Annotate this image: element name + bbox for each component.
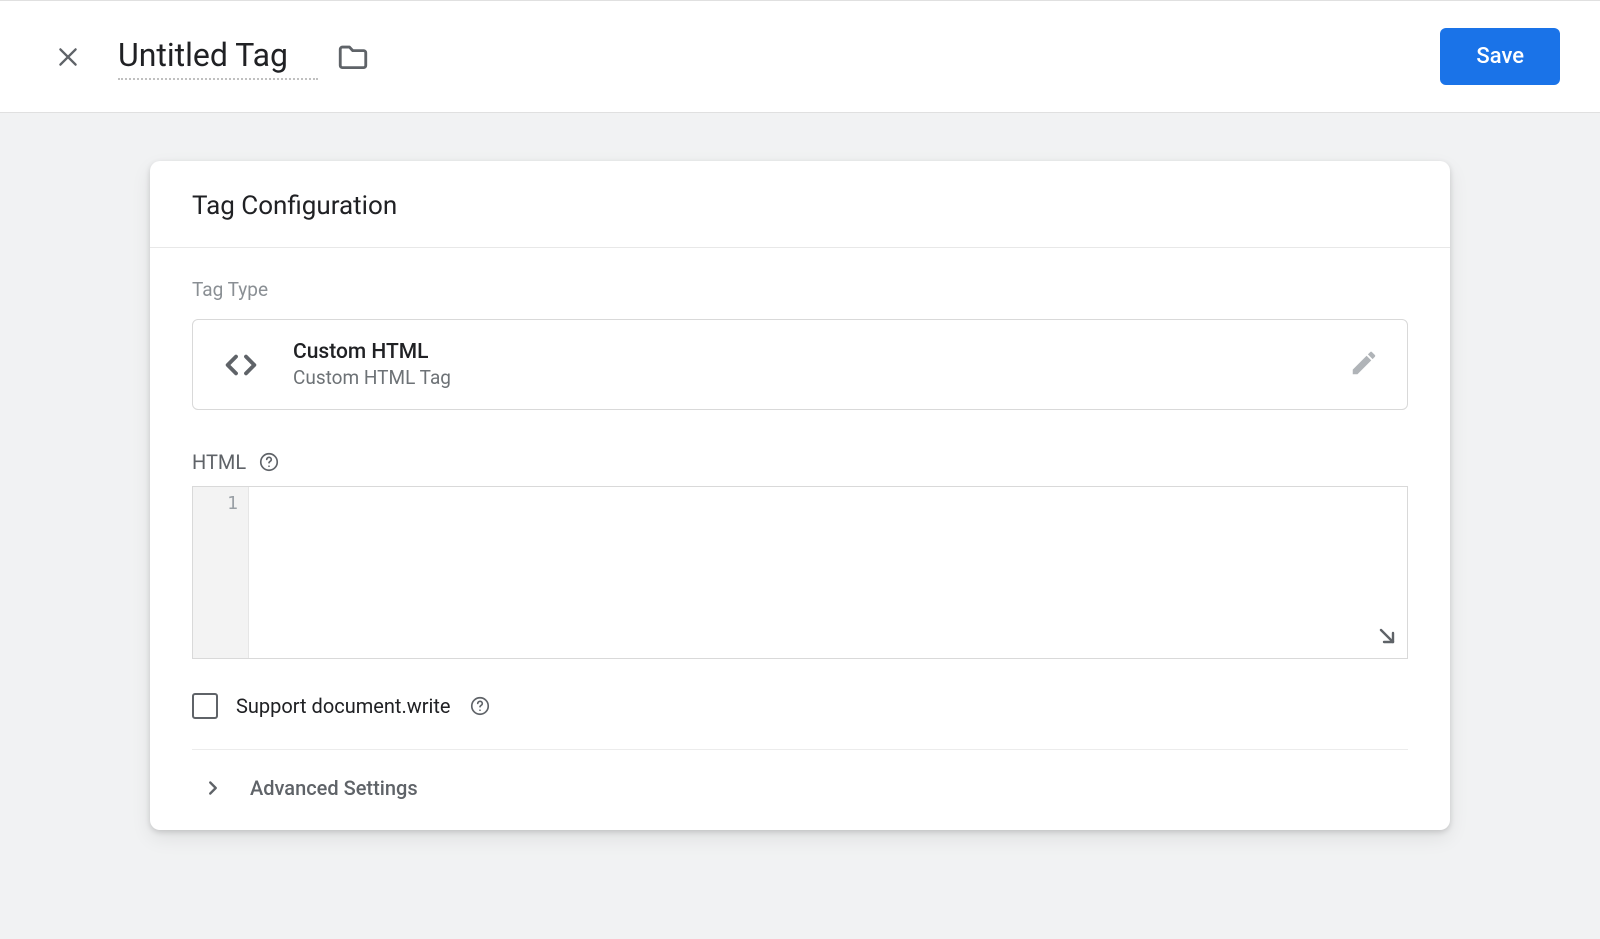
edit-tag-type-button[interactable] bbox=[1349, 348, 1379, 382]
html-code-editor[interactable]: 1 bbox=[192, 486, 1408, 659]
tag-type-description: Custom HTML Tag bbox=[293, 366, 451, 389]
title-container bbox=[118, 34, 370, 80]
tag-type-text: Custom HTML Custom HTML Tag bbox=[293, 340, 451, 389]
resize-icon bbox=[1375, 624, 1399, 648]
folder-button[interactable] bbox=[336, 40, 370, 74]
pencil-icon bbox=[1349, 348, 1379, 378]
card-header: Tag Configuration bbox=[150, 161, 1450, 248]
support-document-write-row: Support document.write bbox=[192, 693, 1408, 750]
tag-type-name: Custom HTML bbox=[293, 340, 451, 364]
advanced-settings-label: Advanced Settings bbox=[250, 776, 418, 800]
html-textarea[interactable] bbox=[249, 487, 1407, 658]
help-icon bbox=[469, 695, 491, 717]
editor-resize-handle[interactable] bbox=[1375, 624, 1399, 652]
folder-icon bbox=[336, 40, 370, 74]
editor-gutter: 1 bbox=[193, 487, 249, 658]
help-icon bbox=[258, 451, 280, 473]
html-label-row: HTML bbox=[192, 450, 1408, 474]
tag-type-label: Tag Type bbox=[192, 278, 1408, 301]
html-help-button[interactable] bbox=[258, 451, 280, 473]
chevron-right-icon bbox=[202, 777, 224, 799]
html-section-label: HTML bbox=[192, 450, 246, 474]
tag-configuration-card: Tag Configuration Tag Type Custom HTML C… bbox=[150, 161, 1450, 830]
code-icon bbox=[221, 345, 261, 385]
header-bar: Save bbox=[0, 0, 1600, 113]
close-icon bbox=[55, 44, 81, 70]
line-number: 1 bbox=[193, 493, 248, 514]
card-body: Tag Type Custom HTML Custom HTML Tag HTM… bbox=[150, 248, 1450, 818]
card-title: Tag Configuration bbox=[192, 191, 1408, 221]
tag-name-input[interactable] bbox=[118, 34, 318, 80]
close-button[interactable] bbox=[48, 37, 88, 77]
save-button[interactable]: Save bbox=[1440, 28, 1560, 85]
support-document-write-help-button[interactable] bbox=[469, 695, 491, 717]
content-area: Tag Configuration Tag Type Custom HTML C… bbox=[0, 113, 1600, 830]
tag-type-selector[interactable]: Custom HTML Custom HTML Tag bbox=[192, 319, 1408, 410]
support-document-write-label: Support document.write bbox=[236, 694, 451, 718]
support-document-write-checkbox[interactable] bbox=[192, 693, 218, 719]
advanced-settings-toggle[interactable]: Advanced Settings bbox=[192, 750, 1408, 818]
